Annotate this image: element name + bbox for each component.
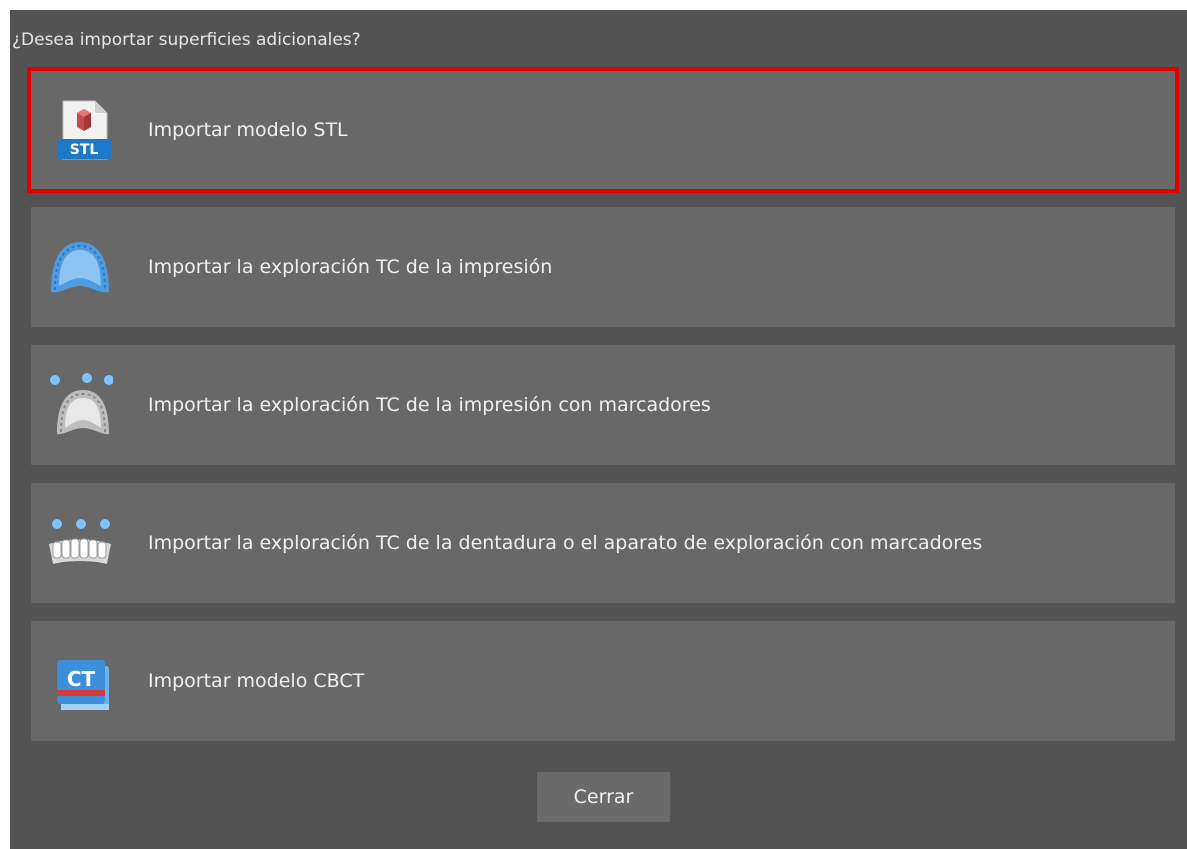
option-label: Importar la exploración TC de la impresi… xyxy=(148,394,711,416)
option-label: Importar la exploración TC de la impresi… xyxy=(148,256,553,278)
options-list: STL Importar modelo STL Importar la expl… xyxy=(10,10,1187,849)
option-import-cbct[interactable]: CT Importar modelo CBCT xyxy=(31,621,1175,741)
option-label: Importar modelo STL xyxy=(148,119,348,141)
stl-file-icon: STL xyxy=(51,97,117,163)
option-label: Importar la exploración TC de la dentadu… xyxy=(148,532,983,554)
ct-badge-text: CT xyxy=(67,667,96,691)
option-import-impression-markers[interactable]: Importar la exploración TC de la impresi… xyxy=(31,345,1175,465)
import-surfaces-dialog: ¿Desea importar superficies adicionales?… xyxy=(10,10,1187,849)
impression-icon xyxy=(47,234,113,300)
option-import-stl[interactable]: STL Importar modelo STL xyxy=(27,67,1179,193)
option-import-denture-markers[interactable]: Importar la exploración TC de la dentadu… xyxy=(31,483,1175,603)
denture-markers-icon xyxy=(47,510,113,576)
option-label: Importar modelo CBCT xyxy=(148,670,365,692)
close-button[interactable]: Cerrar xyxy=(537,772,670,822)
stl-badge-text: STL xyxy=(70,142,99,158)
impression-markers-icon xyxy=(47,372,114,438)
option-import-impression[interactable]: Importar la exploración TC de la impresi… xyxy=(31,207,1175,327)
cbct-icon: CT xyxy=(47,648,113,714)
